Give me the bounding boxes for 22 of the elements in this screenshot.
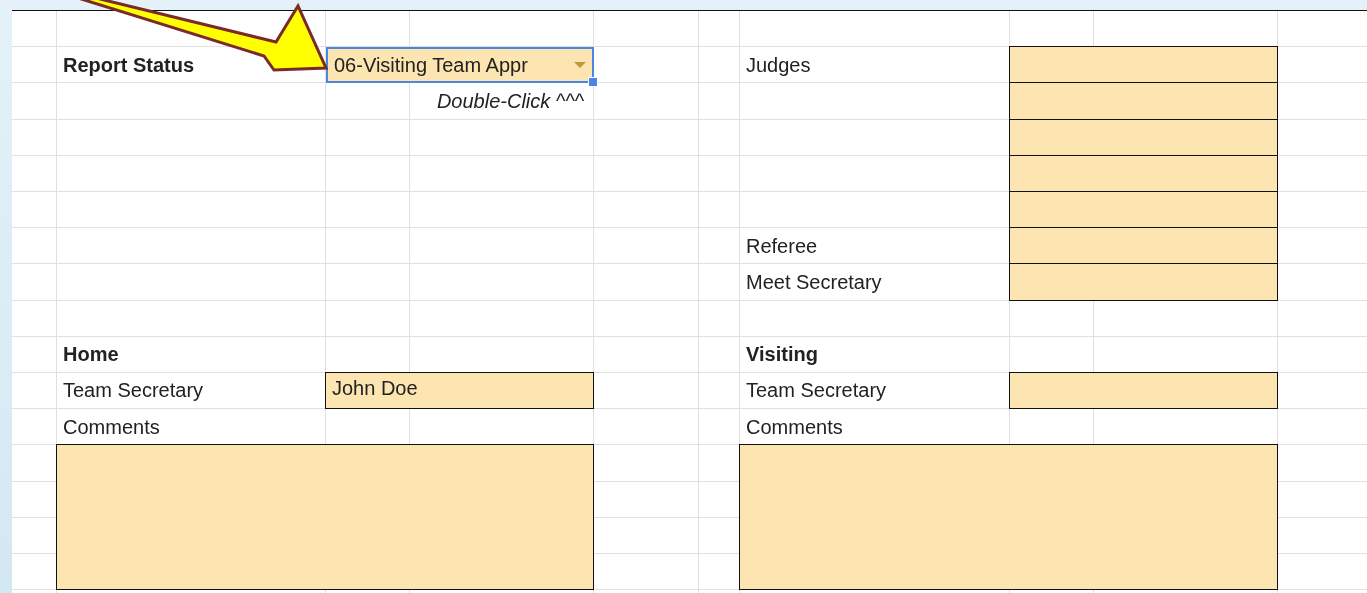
field-label: Team Secretary: [745, 379, 887, 403]
section-heading: Home: [62, 343, 119, 367]
caret-icon: [574, 62, 586, 69]
input-field[interactable]: [1009, 82, 1278, 120]
input-field[interactable]: [1009, 154, 1278, 192]
field-label: Judges: [745, 53, 811, 77]
section-heading: Visiting: [745, 343, 818, 367]
input-field[interactable]: [1009, 371, 1278, 410]
hint-text: Double-Click ^^^: [435, 89, 585, 113]
field-label: Comments: [745, 415, 843, 439]
input-field[interactable]: [1009, 227, 1278, 265]
input-field[interactable]: [1009, 118, 1278, 156]
field-label: Report Status: [62, 53, 195, 77]
field-label: Referee: [745, 234, 818, 258]
input-field[interactable]: John Doe: [325, 371, 594, 410]
input-field[interactable]: [1009, 190, 1278, 229]
fill-handle[interactable]: [588, 77, 598, 88]
field-label: Team Secretary: [62, 379, 204, 403]
input-field[interactable]: [1009, 263, 1278, 301]
input-field[interactable]: [1009, 46, 1278, 84]
field-label: Meet Secretary: [745, 270, 882, 294]
field-label: Comments: [62, 415, 160, 439]
